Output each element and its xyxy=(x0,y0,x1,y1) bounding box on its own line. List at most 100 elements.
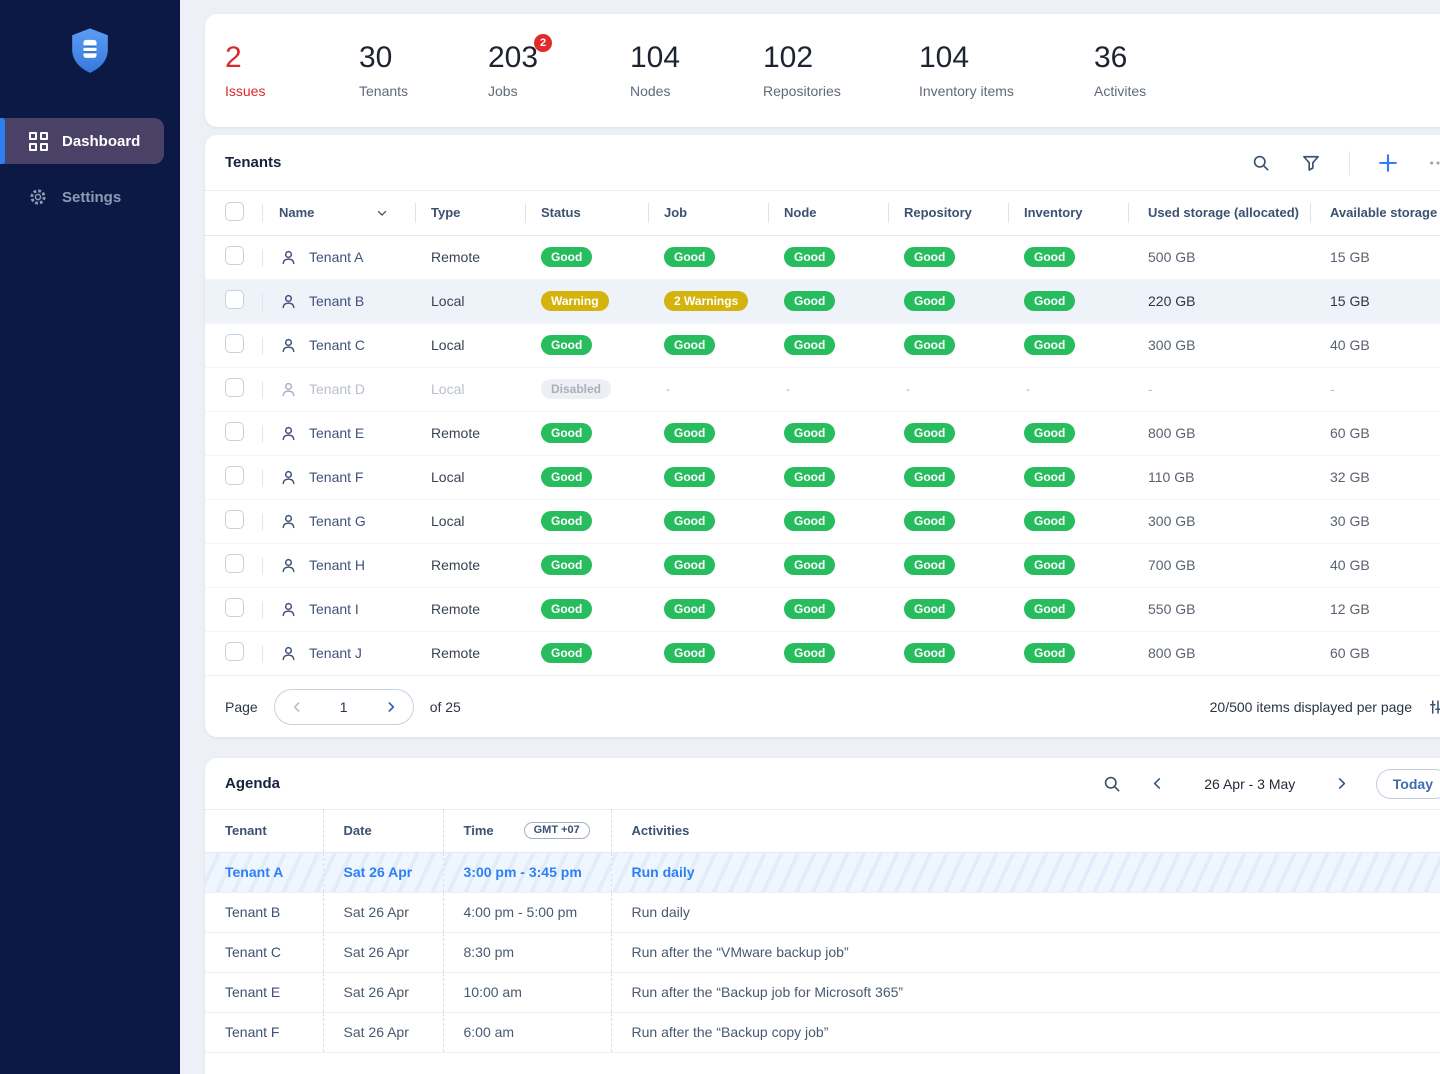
tenant-name: Tenant B xyxy=(309,293,364,309)
used-storage-value: 700 GB xyxy=(1128,543,1310,587)
inventory-badge: Good xyxy=(1024,599,1075,619)
next-week-icon[interactable] xyxy=(1330,772,1354,796)
column-header-repository[interactable]: Repository xyxy=(888,191,1008,235)
tenant-row[interactable]: Tenant H Remote Good Good Good Good Good… xyxy=(205,543,1440,587)
agenda-row[interactable]: Tenant E Sat 26 Apr 10:00 am Run after t… xyxy=(205,972,1440,1012)
tenant-row[interactable]: Tenant F Local Good Good Good Good Good … xyxy=(205,455,1440,499)
tenant-row[interactable]: Tenant J Remote Good Good Good Good Good… xyxy=(205,631,1440,675)
prev-page-icon[interactable] xyxy=(289,699,305,715)
date-range-label: 26 Apr - 3 May xyxy=(1192,776,1308,792)
stat-inventory-items[interactable]: 104 Inventory items xyxy=(919,41,1014,99)
repository-badge: Good xyxy=(904,335,955,355)
column-header-status[interactable]: Status xyxy=(525,191,648,235)
job-badge: Good xyxy=(664,599,715,619)
tenant-row[interactable]: Tenant D Local Disabled - - - - - - xyxy=(205,367,1440,411)
more-options-icon[interactable] xyxy=(1426,151,1440,175)
items-per-page-label: 20/500 items displayed per page xyxy=(1210,699,1412,715)
person-icon xyxy=(279,292,298,311)
search-icon[interactable] xyxy=(1249,151,1273,175)
column-header-job[interactable]: Job xyxy=(648,191,768,235)
tenant-name: Tenant E xyxy=(309,425,364,441)
agenda-table: Tenant Date TimeGMT +07 Activities Tenan… xyxy=(205,810,1440,1053)
items-per-page-settings-icon[interactable] xyxy=(1426,695,1440,719)
agenda-row[interactable]: Tenant B Sat 26 Apr 4:00 pm - 5:00 pm Ru… xyxy=(205,892,1440,932)
prev-week-icon[interactable] xyxy=(1146,772,1170,796)
stat-issues[interactable]: 2 Issues xyxy=(225,41,265,99)
tenant-row[interactable]: Tenant G Local Good Good Good Good Good … xyxy=(205,499,1440,543)
repository-badge: Good xyxy=(904,247,955,267)
row-checkbox[interactable] xyxy=(225,466,244,485)
available-storage-value: 40 GB xyxy=(1310,543,1440,587)
row-checkbox[interactable] xyxy=(225,246,244,265)
tenant-type: Remote xyxy=(415,235,525,279)
job-badge: Good xyxy=(664,247,715,267)
status-badge: Good xyxy=(541,555,592,575)
used-storage-value: 110 GB xyxy=(1128,455,1310,499)
agenda-activity: Run after the “VMware backup job” xyxy=(611,932,1440,972)
filter-icon[interactable] xyxy=(1299,151,1323,175)
row-checkbox[interactable] xyxy=(225,422,244,441)
agenda-row[interactable]: Tenant C Sat 26 Apr 8:30 pm Run after th… xyxy=(205,932,1440,972)
stat-repositories[interactable]: 102 Repositories xyxy=(763,41,841,99)
row-checkbox[interactable] xyxy=(225,378,244,397)
app-root: Dashboard Settings 2 Issues 30 xyxy=(0,0,1440,1074)
sidebar-item-settings[interactable]: Settings xyxy=(0,174,180,220)
agenda-row[interactable]: Tenant A Sat 26 Apr 3:00 pm - 3:45 pm Ru… xyxy=(205,852,1440,892)
shield-logo-icon xyxy=(67,26,113,76)
summary-stats-bar: 2 Issues 30 Tenants 2032 Jobs 104 Nodes … xyxy=(205,14,1440,127)
column-header-node[interactable]: Node xyxy=(768,191,888,235)
row-checkbox[interactable] xyxy=(225,642,244,661)
stat-jobs[interactable]: 2032 Jobs xyxy=(488,41,538,99)
stat-activities[interactable]: 36 Activites xyxy=(1094,41,1146,99)
current-page-number[interactable]: 1 xyxy=(340,699,348,715)
repository-badge: Good xyxy=(904,599,955,619)
agenda-search-icon[interactable] xyxy=(1100,772,1124,796)
agenda-column-activities: Activities xyxy=(611,810,1440,852)
agenda-column-date: Date xyxy=(323,810,443,852)
next-page-icon[interactable] xyxy=(383,699,399,715)
sidebar-item-dashboard[interactable]: Dashboard xyxy=(0,118,164,164)
select-all-checkbox[interactable] xyxy=(225,202,244,221)
job-badge: Good xyxy=(664,467,715,487)
tenant-row[interactable]: Tenant C Local Good Good Good Good Good … xyxy=(205,323,1440,367)
stat-tenants[interactable]: 30 Tenants xyxy=(359,41,408,99)
tenant-row[interactable]: Tenant E Remote Good Good Good Good Good… xyxy=(205,411,1440,455)
today-button[interactable]: Today xyxy=(1376,769,1440,799)
row-checkbox[interactable] xyxy=(225,290,244,309)
row-checkbox[interactable] xyxy=(225,598,244,617)
agenda-date: Sat 26 Apr xyxy=(323,852,443,892)
tenant-name: Tenant I xyxy=(309,601,359,617)
used-storage-value: - xyxy=(1128,367,1310,411)
column-header-name[interactable]: Name xyxy=(263,191,415,235)
agenda-row[interactable]: Tenant F Sat 26 Apr 6:00 am Run after th… xyxy=(205,1012,1440,1052)
row-checkbox[interactable] xyxy=(225,510,244,529)
tenant-type: Remote xyxy=(415,543,525,587)
row-checkbox[interactable] xyxy=(225,554,244,573)
inventory-badge: Good xyxy=(1024,423,1075,443)
column-header-available-storage[interactable]: Available storage xyxy=(1310,191,1440,235)
used-storage-value: 800 GB xyxy=(1128,411,1310,455)
available-storage-value: 32 GB xyxy=(1310,455,1440,499)
agenda-tenant: Tenant F xyxy=(205,1012,323,1052)
agenda-title: Agenda xyxy=(225,775,280,792)
tenant-type: Local xyxy=(415,455,525,499)
column-header-used-storage[interactable]: Used storage (allocated) xyxy=(1128,191,1310,235)
agenda-card: Agenda 26 Apr - 3 May Today xyxy=(205,758,1440,1074)
agenda-time: 4:00 pm - 5:00 pm xyxy=(443,892,611,932)
tenant-type: Local xyxy=(415,499,525,543)
page-selector[interactable]: 1 xyxy=(274,689,414,725)
tenant-row[interactable]: Tenant I Remote Good Good Good Good Good… xyxy=(205,587,1440,631)
column-header-inventory[interactable]: Inventory xyxy=(1008,191,1128,235)
row-checkbox[interactable] xyxy=(225,334,244,353)
inventory-badge: - xyxy=(1024,379,1032,399)
tenant-row[interactable]: Tenant A Remote Good Good Good Good Good… xyxy=(205,235,1440,279)
inventory-badge: Good xyxy=(1024,511,1075,531)
add-tenant-icon[interactable] xyxy=(1376,151,1400,175)
tenant-name: Tenant A xyxy=(309,249,364,265)
stat-nodes[interactable]: 104 Nodes xyxy=(630,41,680,99)
column-header-type[interactable]: Type xyxy=(415,191,525,235)
agenda-tenant: Tenant A xyxy=(205,852,323,892)
tenant-name: Tenant J xyxy=(309,645,362,661)
chevron-down-icon[interactable] xyxy=(375,206,389,220)
tenant-row[interactable]: Tenant B Local Warning 2 Warnings Good G… xyxy=(205,279,1440,323)
